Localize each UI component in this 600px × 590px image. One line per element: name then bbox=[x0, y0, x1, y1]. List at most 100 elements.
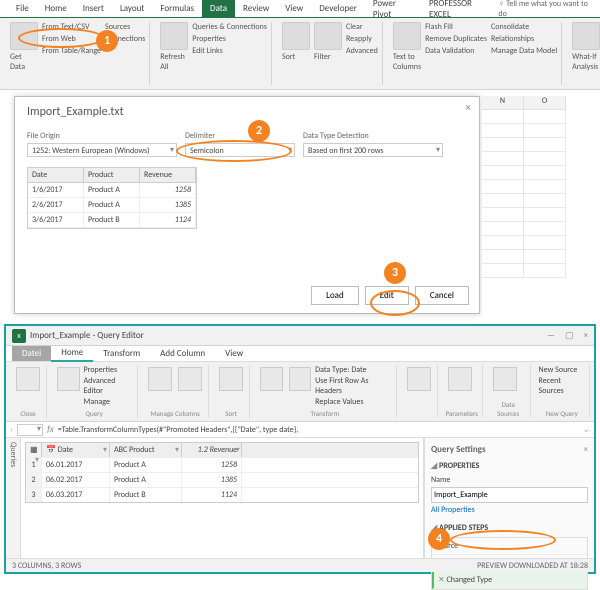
queries-panel-tab[interactable]: Queries bbox=[6, 438, 21, 572]
qe-header-product[interactable]: ABC Product bbox=[110, 443, 182, 457]
reduce-rows-icon[interactable] bbox=[219, 367, 243, 391]
filter-icon[interactable] bbox=[314, 22, 342, 50]
tell-me[interactable]: ♀ Tell me what you want to do bbox=[498, 0, 600, 19]
close-icon[interactable]: × bbox=[466, 101, 471, 114]
data-type-detection-select[interactable]: Based on first 200 rows bbox=[303, 143, 443, 157]
relationships-button[interactable]: Relationships bbox=[491, 34, 557, 44]
qe-data-grid[interactable]: ▦ 📅 Date ABC Product 1.2 Revenue 106.01.… bbox=[21, 438, 424, 572]
qe-header-date[interactable]: 📅 Date bbox=[42, 443, 110, 457]
column-header[interactable]: O bbox=[524, 96, 566, 110]
first-row-headers-button[interactable]: Use First Row As Headers bbox=[315, 376, 391, 396]
row-index: 2 bbox=[26, 473, 42, 487]
manage-data-model-button[interactable]: Manage Data Model bbox=[491, 46, 557, 56]
advanced-button[interactable]: Advanced bbox=[346, 46, 378, 56]
query-name-input[interactable] bbox=[431, 487, 588, 503]
tab-view[interactable]: View bbox=[277, 0, 311, 17]
sort-icon[interactable] bbox=[282, 22, 310, 50]
refresh-preview-icon[interactable] bbox=[57, 367, 80, 391]
advanced-editor-button[interactable]: Advanced Editor bbox=[84, 376, 134, 396]
tab-layout[interactable]: Layout bbox=[112, 0, 152, 17]
group-by-icon[interactable] bbox=[289, 367, 312, 391]
qe-title: Import_Example - Query Editor bbox=[30, 330, 144, 341]
reapply-button[interactable]: Reapply bbox=[346, 34, 378, 44]
data-type-button[interactable]: Data Type: Date bbox=[315, 365, 391, 375]
minimize-icon[interactable]: — bbox=[547, 330, 555, 341]
step-changed-type[interactable]: ✕ Changed Type bbox=[432, 572, 587, 589]
properties-button[interactable]: Properties bbox=[84, 365, 134, 375]
tab-developer[interactable]: Developer bbox=[311, 0, 365, 17]
close-icon[interactable]: × bbox=[584, 444, 588, 455]
qe-cell[interactable]: Product B bbox=[110, 488, 182, 502]
clear-button[interactable]: Clear bbox=[346, 22, 378, 32]
properties-section[interactable]: PROPERTIES bbox=[431, 461, 588, 471]
text-to-columns-icon[interactable] bbox=[393, 22, 421, 50]
tab-formulas[interactable]: Formulas bbox=[152, 0, 202, 17]
remove-columns-icon[interactable] bbox=[178, 367, 202, 391]
preview-cell: 1/6/2017 bbox=[28, 183, 84, 197]
flash-fill-button[interactable]: Flash Fill bbox=[425, 22, 487, 32]
fx-icon[interactable]: fx bbox=[47, 424, 54, 435]
callout-3-badge: 3 bbox=[384, 262, 406, 284]
tab-file[interactable]: File bbox=[8, 0, 37, 17]
edit-links-button[interactable]: Edit Links bbox=[192, 46, 267, 56]
tab-home[interactable]: Home bbox=[37, 0, 75, 17]
data-source-settings-icon[interactable] bbox=[493, 367, 517, 391]
chevron-right-icon[interactable]: › bbox=[10, 424, 13, 435]
data-validation-button[interactable]: Data Validation bbox=[425, 46, 487, 56]
qe-header-revenue[interactable]: 1.2 Revenue bbox=[182, 443, 242, 457]
new-source-button[interactable]: New Source bbox=[539, 365, 585, 375]
what-if-button[interactable]: What-If Analysis bbox=[572, 52, 600, 72]
get-data-button[interactable]: Get Data bbox=[10, 52, 38, 72]
consolidate-button[interactable]: Consolidate bbox=[491, 22, 557, 32]
qe-tab-datei[interactable]: Datei bbox=[12, 346, 51, 361]
refresh-all-icon[interactable] bbox=[160, 22, 188, 50]
remove-duplicates-button[interactable]: Remove Duplicates bbox=[425, 34, 487, 44]
maximize-icon[interactable]: ▢ bbox=[565, 330, 574, 341]
tab-review[interactable]: Review bbox=[235, 0, 277, 17]
preview-cell: 2/6/2017 bbox=[28, 198, 84, 212]
properties-button[interactable]: Properties bbox=[192, 34, 267, 44]
tab-insert[interactable]: Insert bbox=[75, 0, 112, 17]
recent-sources-button[interactable]: Recent Sources bbox=[539, 376, 585, 396]
what-if-icon[interactable] bbox=[572, 22, 600, 50]
cancel-button[interactable]: Cancel bbox=[415, 286, 469, 305]
tab-professor-excel[interactable]: PROFESSOR EXCEL bbox=[421, 0, 498, 23]
qe-cell[interactable]: 1385 bbox=[182, 473, 242, 487]
tab-powerpivot[interactable]: Power Pivot bbox=[365, 0, 421, 23]
tab-data[interactable]: Data bbox=[202, 0, 235, 17]
chevron-down-icon[interactable]: ⌄ bbox=[582, 424, 590, 435]
query-dropdown[interactable] bbox=[17, 424, 43, 436]
qe-tab-addcolumn[interactable]: Add Column bbox=[150, 346, 215, 361]
worksheet-grid[interactable]: NO bbox=[482, 96, 600, 314]
close-icon[interactable]: × bbox=[584, 330, 588, 341]
text-to-columns-button[interactable]: Text to Columns bbox=[393, 52, 421, 72]
qe-tab-transform[interactable]: Transform bbox=[93, 346, 150, 361]
qe-cell[interactable]: 06.03.2017 bbox=[42, 488, 110, 502]
qe-cell[interactable]: Product A bbox=[110, 458, 182, 472]
qe-cell[interactable]: Product A bbox=[110, 473, 182, 487]
replace-values-button[interactable]: Replace Values bbox=[315, 397, 391, 407]
manage-parameters-icon[interactable] bbox=[448, 367, 472, 391]
close-load-icon[interactable] bbox=[16, 367, 40, 391]
queries-connections-button[interactable]: Queries & Connections bbox=[192, 22, 267, 32]
qe-tab-home[interactable]: Home bbox=[51, 345, 93, 362]
qe-group-sort: Sort bbox=[217, 409, 245, 418]
refresh-all-button[interactable]: Refresh All bbox=[160, 52, 188, 72]
split-column-icon[interactable] bbox=[260, 367, 283, 391]
formula-text[interactable]: =Table.TransformColumnTypes(#"Promoted H… bbox=[58, 425, 583, 435]
all-properties-link[interactable]: All Properties bbox=[431, 505, 588, 515]
qe-cell[interactable]: 06.01.2017 bbox=[42, 458, 110, 472]
load-button[interactable]: Load bbox=[311, 286, 359, 305]
column-header[interactable]: N bbox=[482, 96, 524, 110]
sort-button[interactable]: Sort bbox=[282, 52, 310, 62]
choose-columns-icon[interactable] bbox=[148, 367, 172, 391]
qe-cell[interactable]: 1258 bbox=[182, 458, 242, 472]
file-origin-select[interactable]: 1252: Western European (Windows) bbox=[27, 143, 177, 157]
qe-cell[interactable]: 06.02.2017 bbox=[42, 473, 110, 487]
qe-tab-view[interactable]: View bbox=[215, 346, 253, 361]
manage-button[interactable]: Manage bbox=[84, 397, 134, 407]
qe-group-close: Close bbox=[14, 409, 42, 418]
filter-button[interactable]: Filter bbox=[314, 52, 342, 62]
combine-icon[interactable] bbox=[407, 367, 431, 391]
qe-cell[interactable]: 1124 bbox=[182, 488, 242, 502]
